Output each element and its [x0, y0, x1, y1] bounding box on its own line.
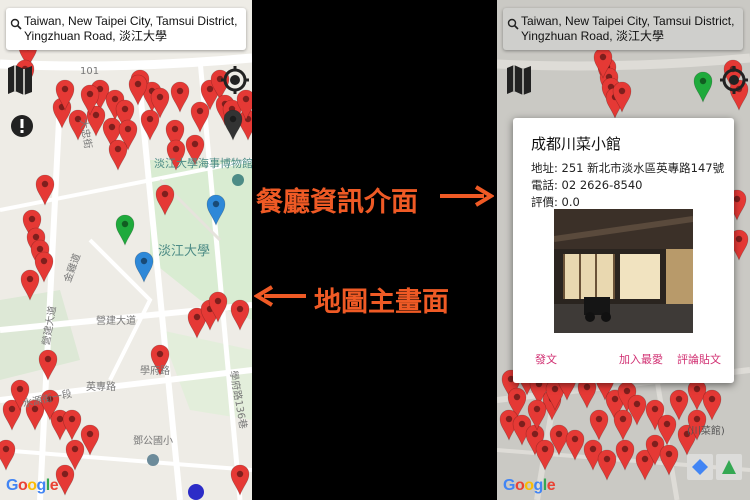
my-location-icon[interactable] — [220, 64, 250, 96]
post-button[interactable]: 發文 — [535, 351, 557, 367]
search-text-line2: Yingzhuan Road, 淡江大學 — [521, 29, 664, 43]
review-post-button[interactable]: 評論貼文 — [677, 351, 721, 367]
restaurant-address: 地址: 251 新北市淡水區英專路147號 — [531, 161, 725, 175]
google-logo: Google — [503, 477, 556, 494]
street-label-yingzhuan2: 英專路 — [86, 382, 116, 393]
search-icon — [507, 18, 519, 30]
info-interface-annotation: 餐廳資訊介面 — [256, 180, 418, 219]
street-label-xuefu: 學府路 — [140, 366, 170, 377]
arrow-right-icon — [440, 185, 494, 207]
arrow-left-icon — [254, 285, 306, 307]
restaurant-phone: 電話: 02 2626-8540 — [531, 178, 643, 192]
restaurant-info-dialog: 成都川菜小館 地址: 251 新北市淡水區英專路147號 電話: 02 2626… — [513, 118, 734, 383]
road-101-label: 101 — [80, 66, 100, 77]
main-map-annotation: 地圖主畫面 — [314, 280, 449, 319]
my-location-icon[interactable] — [719, 64, 749, 96]
search-text-line1: Taiwan, New Taipei City, Tamsui District… — [24, 14, 238, 28]
main-map-label: 地圖主畫面 — [314, 287, 449, 318]
search-text-line1: Taiwan, New Taipei City, Tamsui District… — [521, 14, 735, 28]
search-icon — [10, 18, 22, 30]
restaurant-name: 成都川菜小館 — [531, 135, 622, 153]
search-box[interactable]: Taiwan, New Taipei City, Tamsui District… — [503, 8, 743, 50]
main-map-panel[interactable]: 101 大忠街 淡江大學海事博物館 淡江大學 金雞道 營建大道 營建大道 學府路… — [0, 0, 252, 500]
add-favorite-button[interactable]: 加入最愛 — [619, 351, 663, 367]
restaurant-map-label: (川菜館) — [687, 426, 725, 437]
google-logo: Google — [6, 477, 59, 494]
map-icon[interactable] — [6, 64, 34, 96]
alert-icon[interactable] — [10, 114, 34, 138]
street-label-2: 營建大道 — [96, 316, 136, 327]
museum-label: 淡江大學海事博物館 — [154, 157, 252, 170]
campus-label: 淡江大學 — [158, 244, 211, 259]
restaurant-rating: 評價: 0.0 — [531, 195, 580, 209]
school-label: 鄧公國小 — [133, 436, 173, 447]
map-icon[interactable] — [505, 64, 533, 96]
info-interface-label: 餐廳資訊介面 — [256, 187, 418, 218]
blue-dot-marker[interactable] — [188, 484, 204, 500]
search-text-line2: Yingzhuan Road, 淡江大學 — [24, 29, 167, 43]
map-canvas[interactable] — [0, 0, 252, 500]
directions-icon[interactable] — [687, 454, 743, 482]
search-box[interactable]: Taiwan, New Taipei City, Tamsui District… — [6, 8, 246, 50]
restaurant-photo — [554, 209, 693, 333]
